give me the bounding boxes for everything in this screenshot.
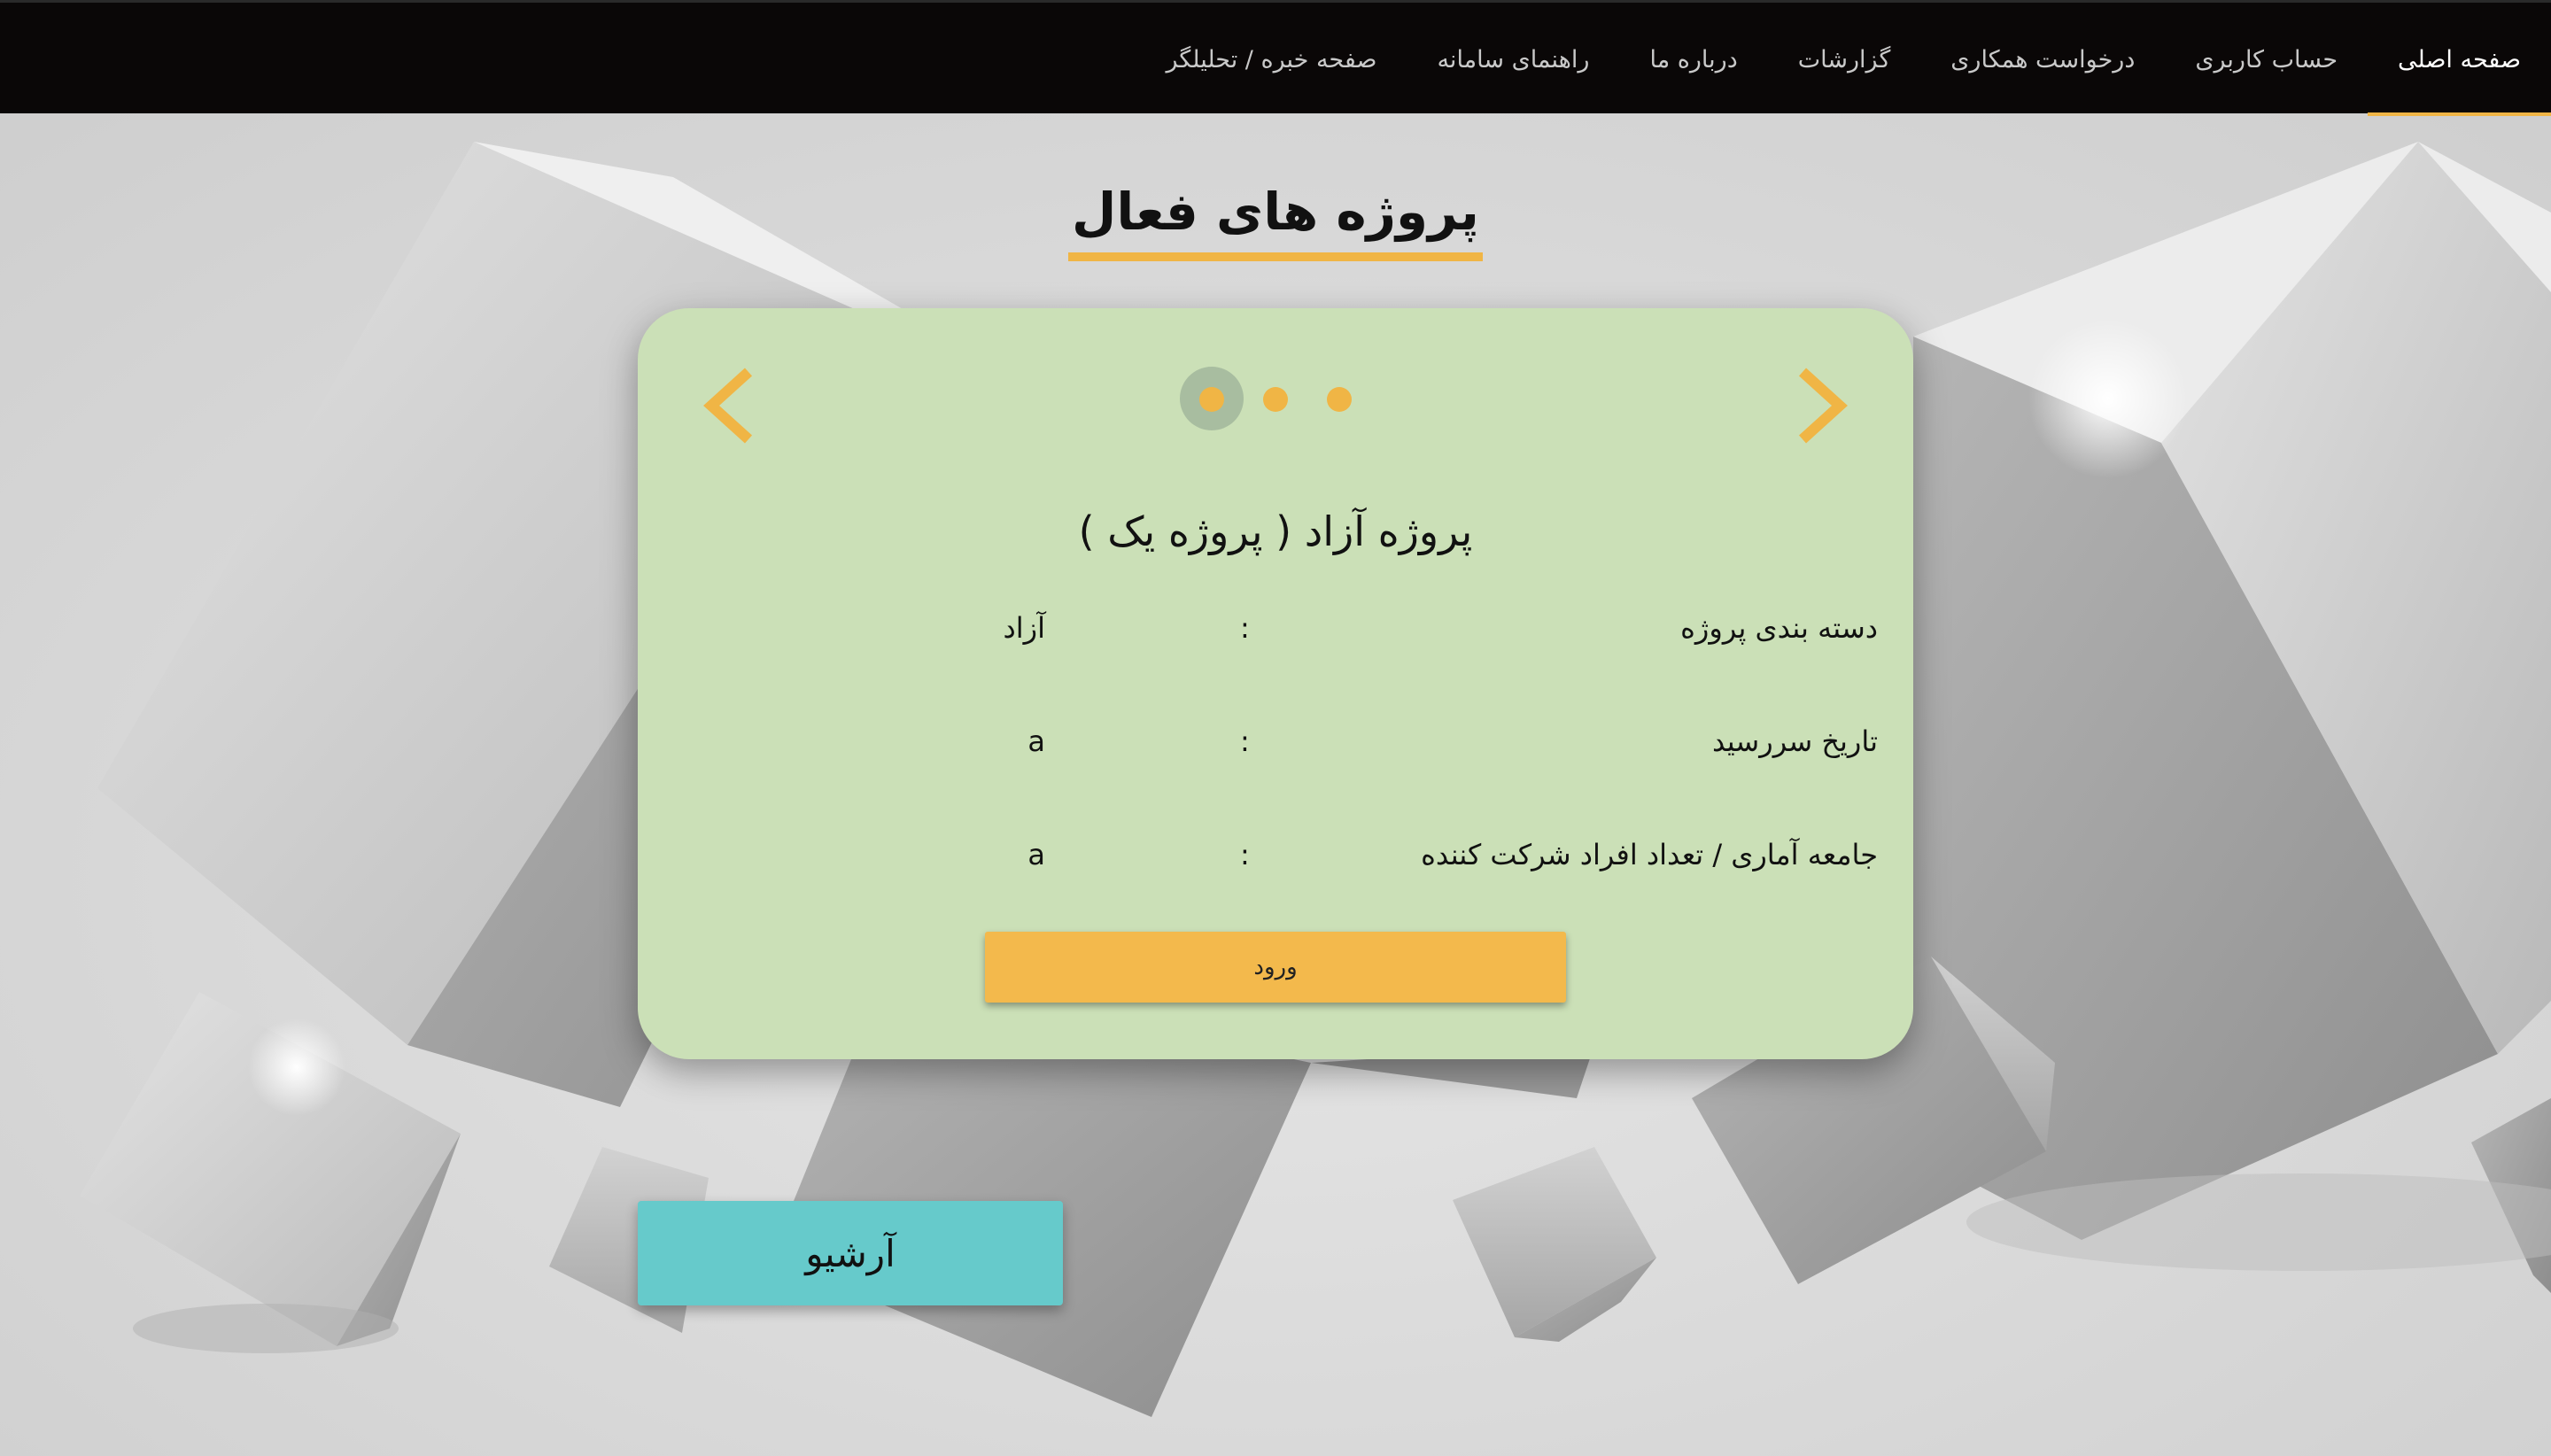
carousel-dot-3[interactable] bbox=[1327, 387, 1352, 412]
chevron-left-icon bbox=[703, 368, 753, 444]
field-separator: : bbox=[1240, 611, 1250, 645]
field-label: تاریخ سررسید bbox=[1711, 724, 1878, 758]
field-label: جامعه آماری / تعداد افراد شرکت کننده bbox=[1421, 838, 1878, 871]
top-navbar: صفحه اصلی حساب کاربری درخواست همکاری گزا… bbox=[0, 0, 2551, 116]
carousel-dot-2[interactable] bbox=[1263, 387, 1288, 412]
project-carousel-card: پروژه آزاد ( پروژه یک ) دسته بندی پروژه … bbox=[638, 308, 1913, 1059]
page-title-wrapper: پروژه های فعال bbox=[0, 182, 2551, 261]
field-value: آزاد bbox=[1003, 611, 1045, 645]
field-value: a bbox=[1027, 838, 1045, 871]
page-title: پروژه های فعال bbox=[1068, 182, 1483, 261]
enter-project-button[interactable]: ورود bbox=[985, 932, 1566, 1003]
nav-item-reports[interactable]: گزارشات bbox=[1768, 3, 1921, 116]
field-row-due-date: تاریخ سررسید : a bbox=[638, 724, 1913, 778]
field-row-participants: جامعه آماری / تعداد افراد شرکت کننده : a bbox=[638, 838, 1913, 891]
field-separator: : bbox=[1240, 838, 1250, 871]
nav-item-home[interactable]: صفحه اصلی bbox=[2368, 3, 2551, 116]
nav-menu: صفحه اصلی حساب کاربری درخواست همکاری گزا… bbox=[1136, 3, 2551, 116]
carousel-dot-1[interactable] bbox=[1199, 387, 1224, 412]
field-separator: : bbox=[1240, 724, 1250, 758]
field-value: a bbox=[1027, 724, 1045, 758]
carousel-next-button[interactable] bbox=[1776, 361, 1856, 450]
nav-item-collaboration-request[interactable]: درخواست همکاری bbox=[1920, 3, 2165, 116]
field-row-category: دسته بندی پروژه : آزاد bbox=[638, 611, 1913, 664]
nav-item-guide[interactable]: راهنمای سامانه bbox=[1407, 3, 1619, 116]
nav-item-expert-analyst[interactable]: صفحه خبره / تحلیلگر bbox=[1136, 3, 1407, 116]
nav-item-account[interactable]: حساب کاربری bbox=[2165, 3, 2368, 116]
carousel-indicators bbox=[1169, 363, 1364, 434]
project-title: پروژه آزاد ( پروژه یک ) bbox=[1078, 507, 1473, 555]
field-label: دسته بندی پروژه bbox=[1680, 611, 1878, 645]
archive-button[interactable]: آرشیو bbox=[638, 1201, 1063, 1305]
nav-item-about[interactable]: درباره ما bbox=[1619, 3, 1767, 116]
carousel-prev-button[interactable] bbox=[695, 361, 775, 450]
chevron-right-icon bbox=[1798, 368, 1848, 444]
